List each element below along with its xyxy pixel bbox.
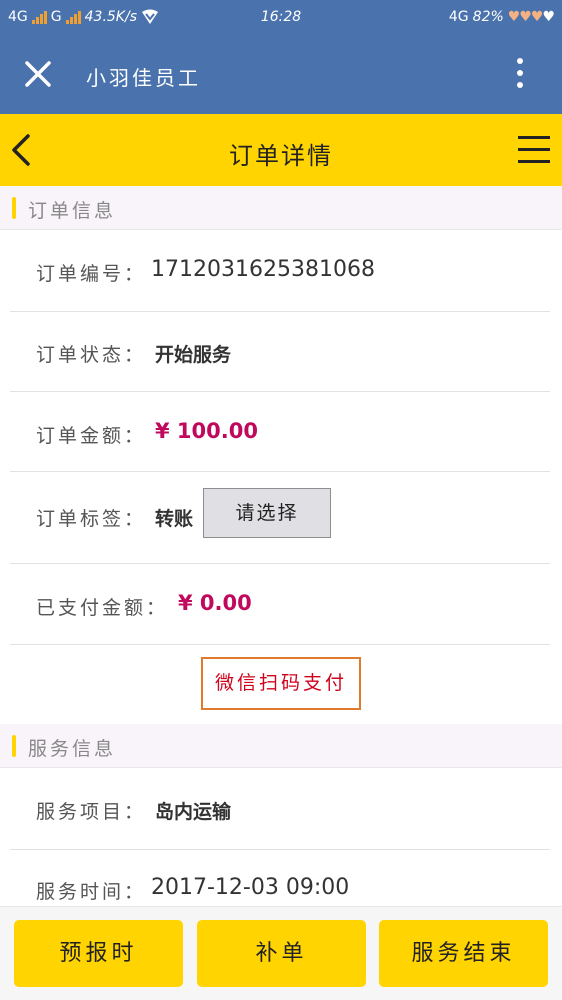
app-header: 小羽佳员工 bbox=[0, 36, 562, 114]
hamburger-menu-icon[interactable] bbox=[518, 136, 550, 164]
heart-battery-icon: ♥♥♥♥ bbox=[507, 9, 555, 25]
page-title: 订单详情 bbox=[229, 142, 333, 170]
status-bar: 4G G 43.5K/s 16:28 4G 82% ♥♥♥♥ bbox=[0, 0, 562, 36]
service-info-header: 服务信息 bbox=[0, 724, 562, 768]
order-status-row: 订单状态： 开始服务 bbox=[10, 312, 550, 392]
service-item-row: 服务项目： 岛内运输 bbox=[10, 768, 550, 850]
bottom-action-bar: 预报时 补单 服务结束 bbox=[0, 906, 562, 1000]
order-status-value: 开始服务 bbox=[155, 344, 232, 366]
service-time-value: 2017-12-03 09:00 bbox=[151, 875, 350, 900]
order-amount-value: ¥ 100.00 bbox=[155, 419, 258, 443]
order-number-row: 订单编号： 1712031625381068 bbox=[10, 230, 550, 312]
order-tag-label: 订单标签： bbox=[36, 508, 147, 530]
wechat-scan-pay-button[interactable]: 微信扫码支付 bbox=[201, 657, 361, 710]
section-accent-bar bbox=[12, 197, 16, 219]
finish-service-button[interactable]: 服务结束 bbox=[379, 920, 548, 987]
report-time-button[interactable]: 预报时 bbox=[14, 920, 183, 987]
paid-amount-row: 已支付金额： ¥ 0.00 bbox=[10, 564, 550, 645]
page-nav-bar: 订单详情 bbox=[0, 114, 562, 186]
order-tag-row: 订单标签： 转账 请选择 bbox=[10, 472, 550, 564]
section-accent-bar bbox=[12, 735, 16, 757]
order-info-title: 订单信息 bbox=[28, 200, 117, 222]
order-number-value: 1712031625381068 bbox=[151, 257, 375, 282]
order-amount-row: 订单金额： ¥ 100.00 bbox=[10, 392, 550, 472]
close-icon[interactable] bbox=[22, 58, 54, 90]
tag-select-button[interactable]: 请选择 bbox=[203, 488, 331, 538]
app-title: 小羽佳员工 bbox=[86, 66, 201, 90]
service-time-label: 服务时间： bbox=[36, 881, 147, 903]
order-status-label: 订单状态： bbox=[36, 344, 147, 366]
battery-percent: 82% bbox=[472, 9, 504, 25]
service-info-title: 服务信息 bbox=[28, 738, 117, 760]
supplement-order-button[interactable]: 补单 bbox=[197, 920, 366, 987]
status-right: 4G 82% ♥♥♥♥ bbox=[448, 9, 555, 25]
more-options-icon[interactable] bbox=[514, 58, 526, 94]
paid-amount-label: 已支付金额： bbox=[36, 597, 169, 619]
order-amount-label: 订单金额： bbox=[36, 425, 147, 447]
order-number-label: 订单编号： bbox=[36, 263, 147, 285]
service-item-label: 服务项目： bbox=[36, 801, 147, 823]
order-tag-value: 转账 bbox=[155, 508, 194, 530]
order-info-header: 订单信息 bbox=[0, 186, 562, 230]
service-item-value: 岛内运输 bbox=[155, 801, 232, 823]
paid-amount-value: ¥ 0.00 bbox=[178, 591, 252, 615]
network-label-right: 4G bbox=[448, 9, 469, 25]
